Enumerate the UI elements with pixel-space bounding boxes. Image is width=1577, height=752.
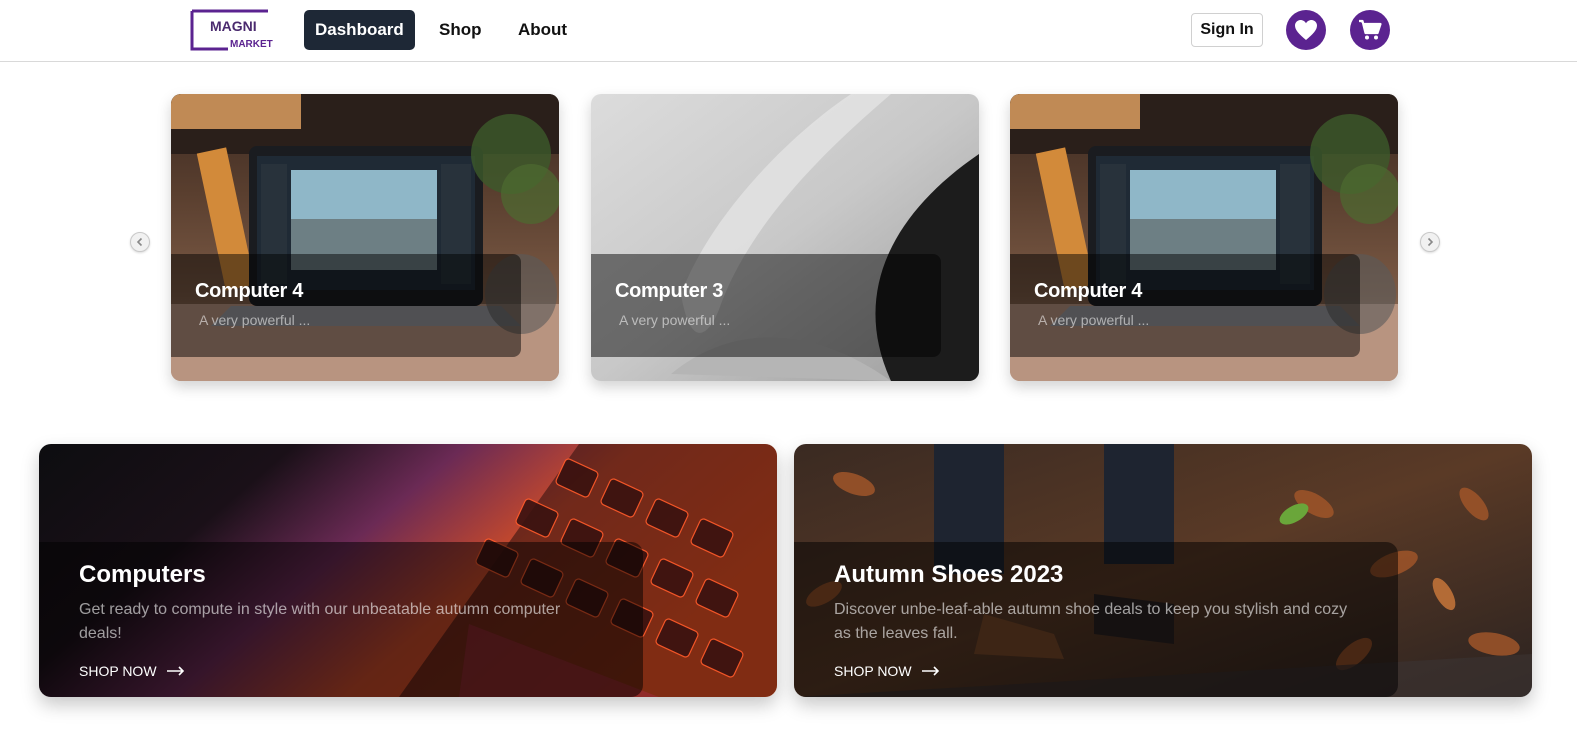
- arrow-right-icon: [921, 666, 939, 676]
- heart-icon: [1295, 20, 1317, 40]
- carousel-next-button[interactable]: [1420, 232, 1440, 252]
- card-caption-backdrop: [1010, 254, 1360, 357]
- card-caption-backdrop: [171, 254, 521, 357]
- promo-description: Get ready to compute in style with our u…: [79, 601, 561, 642]
- carousel-prev-button[interactable]: [130, 232, 150, 252]
- promo-computers[interactable]: Computers Get ready to compute in style …: [39, 444, 777, 697]
- shop-now-label: SHOP NOW: [79, 663, 157, 679]
- card-title: Computer 4: [195, 280, 304, 302]
- carousel-card[interactable]: Computer 3 A very powerful ...: [591, 94, 979, 381]
- carousel-card[interactable]: Computer 4 A very powerful ...: [1010, 94, 1398, 381]
- card-description: A very powerful ...: [1038, 312, 1150, 328]
- shop-now-link[interactable]: SHOP NOW: [834, 663, 940, 679]
- sign-in-button[interactable]: Sign In: [1191, 13, 1263, 47]
- card-title: Computer 3: [615, 280, 724, 302]
- cart-button[interactable]: [1350, 10, 1390, 50]
- magni-market-logo[interactable]: MAGNI MARKET: [190, 9, 276, 52]
- chevron-right-icon: [1427, 237, 1434, 247]
- card-caption-backdrop: [591, 254, 941, 357]
- promo-title: Autumn Shoes 2023: [834, 561, 1064, 588]
- logo-line1: MAGNI: [210, 18, 257, 34]
- cart-icon: [1359, 19, 1382, 40]
- shop-now-label: SHOP NOW: [834, 663, 912, 679]
- card-title: Computer 4: [1034, 280, 1143, 302]
- top-navbar: MAGNI MARKET Dashboard Shop About Sign I…: [0, 0, 1577, 62]
- chevron-left-icon: [136, 237, 143, 247]
- shop-now-link[interactable]: SHOP NOW: [79, 663, 185, 679]
- arrow-right-icon: [166, 666, 184, 676]
- card-description: A very powerful ...: [199, 312, 311, 328]
- promo-autumn-shoes[interactable]: Autumn Shoes 2023 Discover unbe-leaf-abl…: [794, 444, 1532, 697]
- promo-description: Discover unbe-leaf-able autumn shoe deal…: [834, 601, 1348, 642]
- wishlist-button[interactable]: [1286, 10, 1326, 50]
- nav-dashboard[interactable]: Dashboard: [304, 10, 415, 50]
- nav-about[interactable]: About: [507, 10, 578, 50]
- logo-line2: MARKET: [230, 39, 273, 50]
- promo-title: Computers: [79, 561, 206, 588]
- nav-shop[interactable]: Shop: [428, 10, 493, 50]
- card-description: A very powerful ...: [619, 312, 731, 328]
- carousel-card[interactable]: Computer 4 A very powerful ...: [171, 94, 559, 381]
